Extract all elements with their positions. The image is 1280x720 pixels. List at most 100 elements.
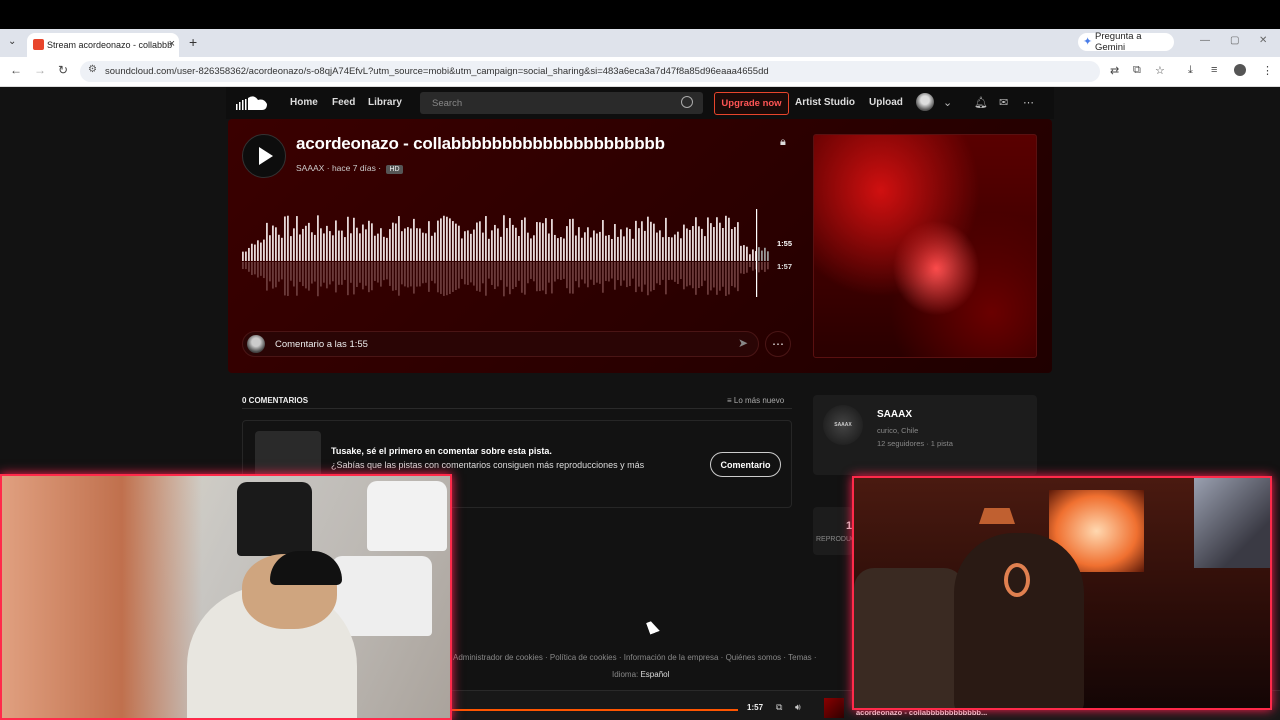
waveform[interactable] [242,209,772,299]
waveform-bar [296,216,298,261]
waveform-bar [332,235,334,261]
waveform-reflection-bar [575,262,577,282]
close-tab-icon[interactable]: × [169,38,175,50]
waveform-reflection-bar [656,262,658,284]
nav-library[interactable]: Library [368,97,402,108]
reading-list-icon[interactable]: ≡ [1211,64,1217,76]
minimize-icon[interactable]: — [1200,35,1210,46]
artist-avatar[interactable]: SAAAX [823,405,863,445]
search-input[interactable]: Search [420,92,703,114]
waveform-bar [470,233,472,261]
upload-link[interactable]: Upload [869,97,903,108]
waveform-reflection-bar [488,262,490,279]
notifications-bell-icon[interactable]: 🔔︎ [974,96,988,109]
more-actions-button[interactable]: ⋯ [765,331,791,357]
waveform-reflection-bar [284,262,286,296]
waveform-reflection-bar [644,262,646,285]
search-icon[interactable] [681,96,693,108]
sort-dropdown[interactable]: ≡ Lo más nuevo [727,396,784,405]
user-avatar[interactable] [916,93,934,111]
waveform-bar [671,237,673,261]
maximize-icon[interactable]: ▢ [1230,35,1239,46]
translate-icon[interactable]: ⇄ [1110,64,1119,77]
waveform-reflection-bar [272,262,274,289]
play-button[interactable] [242,134,286,178]
track-artwork[interactable] [813,134,1037,358]
waveform-reflection-bar [371,262,373,291]
progress-bar[interactable] [450,709,738,711]
new-tab-button[interactable]: + [189,34,197,50]
comment-button[interactable]: Comentario [710,452,781,477]
nav-feed[interactable]: Feed [332,97,355,108]
waveform-reflection-bar [503,262,505,297]
address-bar[interactable]: ⚙ soundcloud.com/user-826358362/acordeon… [80,61,1100,82]
reload-icon[interactable]: ↻ [58,63,68,77]
waveform-reflection-bar [461,262,463,279]
more-options-icon[interactable]: ⋯ [1023,96,1034,109]
cast-icon[interactable]: ⧉ [1133,64,1141,77]
soundcloud-favicon-icon [33,39,44,50]
waveform-bar [641,221,643,261]
upgrade-button[interactable]: Upgrade now [714,92,789,115]
window-close-icon[interactable]: ✕ [1259,35,1267,46]
waveform-reflection-bar [530,262,532,279]
waveform-bar [722,227,724,261]
playhead-line [756,209,758,297]
player-artwork[interactable] [824,698,844,718]
waveform-bar [398,216,400,261]
menu-kebab-icon[interactable]: ⋮ [1262,64,1273,77]
waveform-bar [572,218,574,261]
waveform-reflection-bar [389,262,391,286]
browser-tab[interactable]: Stream acordeonazo - collabbb × [27,33,179,57]
waveform-bar [683,224,685,261]
comment-input[interactable]: Comentario a las 1:55 ➤ [242,331,759,357]
waveform-reflection-bar [725,262,727,296]
waveform-bar [290,236,292,261]
waveform-reflection-bar [467,262,469,285]
hd-badge: HD [386,165,403,174]
artist-studio-link[interactable]: Artist Studio [795,97,855,108]
waveform-bar [449,218,451,261]
nav-home[interactable]: Home [290,97,318,108]
waveform-bar [269,235,271,261]
messages-mail-icon[interactable]: ✉ [999,96,1008,109]
volume-icon[interactable]: 🔊︎ [795,702,801,713]
waveform-reflection-bar [608,262,610,282]
cast-icon[interactable]: ⧉ [776,702,782,713]
back-icon[interactable]: ← [10,63,22,77]
waveform-bar [482,232,484,261]
forward-icon[interactable]: → [34,63,46,77]
tab-search-icon[interactable]: ⌄ [8,36,16,47]
waveform-bar [254,244,256,261]
language-value[interactable]: Español [640,670,669,679]
bookmark-star-icon[interactable]: ☆ [1155,64,1165,77]
waveform-reflection-bar [590,262,592,280]
waveform-bar [260,242,262,261]
download-icon[interactable]: ⤓ [1188,64,1193,77]
waveform-bar [434,232,436,261]
waveform-bar [251,243,253,261]
site-info-icon[interactable]: ⚙ [88,64,97,75]
waveform-bar [455,223,457,261]
waveform-bar [263,239,265,261]
waveform-reflection-bar [722,262,724,287]
waveform-bar [632,238,634,261]
waveform-bar [320,228,322,261]
artist-link[interactable]: SAAAX [296,163,324,173]
send-icon[interactable]: ➤ [738,336,748,350]
waveform-reflection-bar [311,262,313,284]
waveform-bar [662,237,664,261]
language-selector[interactable]: Idioma: Español [612,670,669,679]
artist-name[interactable]: SAAAX [877,409,912,420]
chevron-down-icon[interactable]: ⌄ [943,96,952,109]
profile-avatar-icon[interactable] [1234,64,1246,76]
soundcloud-logo-icon[interactable] [236,95,269,111]
footer-links[interactable]: Administrador de cookies · Política de c… [453,653,817,662]
player-time: 1:57 [747,703,764,712]
waveform-bar [560,237,562,261]
waveform-reflection-bar [584,262,586,284]
waveform-bar [461,238,463,261]
gemini-button[interactable]: ✦ Pregunta a Gemini [1078,31,1174,53]
waveform-bar [533,235,535,261]
waveform-reflection-bar [278,262,280,282]
